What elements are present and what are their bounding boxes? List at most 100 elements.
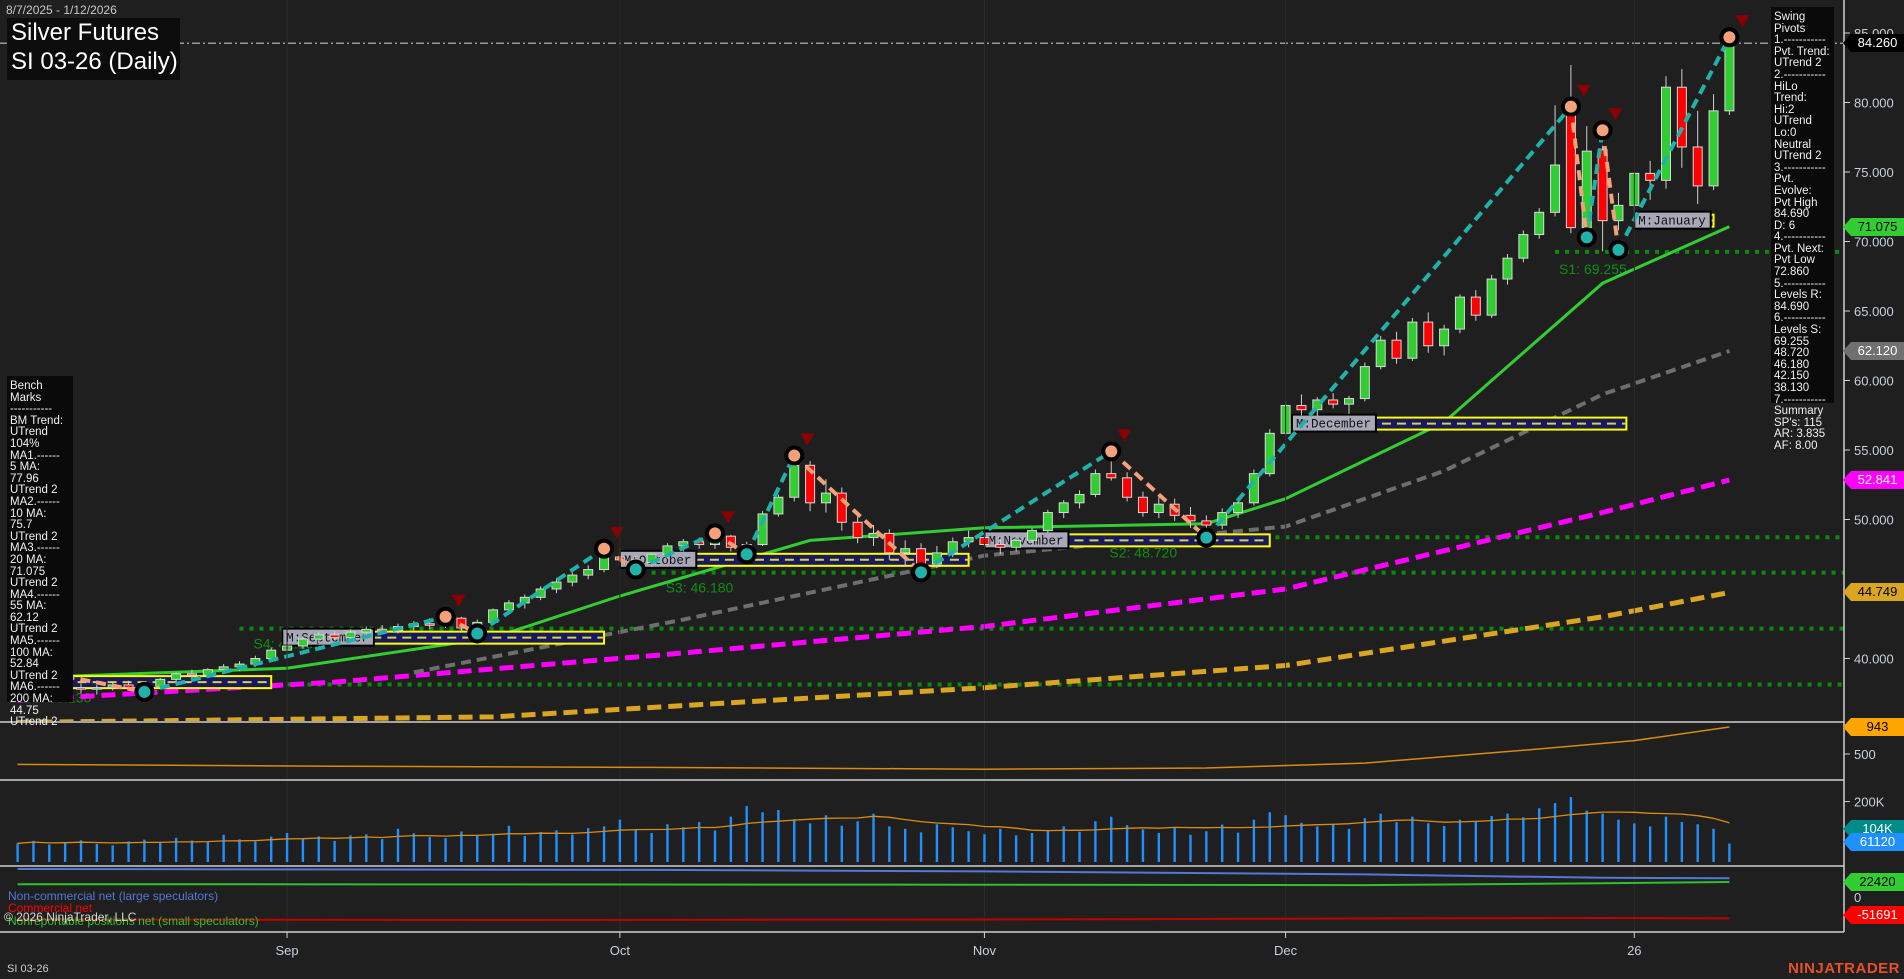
panel-line: Lo:0 Neutral — [1774, 126, 1812, 151]
panel-line: 200 MA: — [10, 693, 53, 706]
price-tag: 44.749 — [1843, 583, 1904, 602]
pivot-high-triangle-icon — [610, 526, 625, 539]
panel-line: 84.690 — [1774, 208, 1810, 221]
pivot-high-marker — [705, 523, 725, 544]
volume-bar — [48, 844, 51, 862]
volume-bar — [1712, 828, 1715, 862]
candle-up — [1153, 503, 1164, 514]
volume-bar — [95, 843, 99, 862]
candle-down — [76, 687, 86, 690]
volume-bar — [1538, 808, 1541, 862]
pivot-high-triangle-icon — [721, 511, 735, 524]
volume-bar — [1252, 819, 1256, 862]
candle-up — [1264, 432, 1275, 475]
volume-bar — [1363, 818, 1367, 862]
candle-up — [1027, 530, 1037, 541]
candle-up — [551, 581, 562, 590]
candle-up — [91, 687, 102, 690]
support-level-label: S1: 69.255 — [1559, 261, 1627, 277]
volume-bar — [1490, 816, 1493, 862]
volume-bar — [1331, 823, 1335, 862]
candle-up — [1454, 296, 1465, 330]
candle-down — [186, 673, 197, 676]
price-chart[interactable]: S1: 69.255S2: 48.720S3: 46.180S4: 42.150… — [0, 0, 1904, 979]
candle-up — [1074, 493, 1085, 504]
candle-down — [1296, 405, 1307, 411]
candle-up — [1724, 42, 1735, 112]
volume-bar — [1442, 826, 1446, 862]
cot-tick-label: 0 — [1854, 890, 1861, 905]
volume-bar — [412, 833, 416, 862]
pivot-high-marker — [1719, 27, 1740, 48]
volume-bar — [1458, 819, 1462, 862]
volume-bar — [777, 810, 780, 862]
ninjatrader-logo: NINJATRADER — [1788, 960, 1900, 977]
volume-bar — [317, 836, 320, 862]
candle-up — [297, 638, 308, 647]
candle-up — [218, 666, 229, 671]
support-level-label: S3: 46.180 — [666, 580, 734, 596]
volume-bar — [1014, 835, 1018, 862]
volume-bar — [1030, 833, 1034, 862]
x-tick-label: Sep — [275, 943, 298, 958]
volume-bar — [555, 830, 558, 862]
volume-bar — [1078, 831, 1081, 862]
volume-bar — [1506, 813, 1509, 862]
candle-up — [773, 496, 784, 515]
candle-up — [1233, 502, 1244, 514]
candle-up — [1708, 110, 1719, 187]
volume-bar — [840, 825, 843, 862]
date-range: 8/7/2025 - 1/12/2026 — [6, 3, 117, 17]
volume-bar — [270, 836, 273, 862]
candle-up — [503, 602, 514, 611]
candle-up — [1439, 328, 1450, 347]
volume-bar — [206, 842, 209, 862]
y-tick-label: 70.000 — [1854, 235, 1894, 250]
x-tick-label: 26 — [1627, 943, 1641, 958]
volume-bar — [1046, 830, 1050, 862]
volume-bar — [713, 830, 717, 862]
volume-bar — [729, 816, 733, 862]
candle-down — [1106, 473, 1117, 479]
volume-bar — [1728, 843, 1731, 862]
candle-up — [1550, 164, 1561, 213]
swing-leg-line — [744, 454, 797, 556]
volume-bar — [254, 841, 257, 862]
pivot-low-marker — [911, 562, 932, 583]
candle-up — [171, 673, 182, 680]
volume-bar — [1427, 823, 1430, 862]
pivot-high-triangle-icon — [800, 433, 815, 446]
candle-up — [313, 634, 324, 640]
volume-bar — [793, 819, 796, 862]
moving-average-line-20ma — [17, 225, 1731, 680]
volume-bar — [1648, 826, 1652, 862]
candle-up — [789, 464, 800, 498]
price-panel: S1: 69.255S2: 48.720S3: 46.180S4: 42.150… — [0, 15, 1844, 721]
candle-up — [1011, 539, 1022, 548]
volume-bar — [238, 839, 241, 862]
panel-line: 38.130 — [1774, 382, 1810, 394]
volume-bar — [935, 824, 939, 862]
volume-bar — [79, 840, 83, 862]
candle-up — [1375, 339, 1386, 368]
candle-down — [1137, 496, 1148, 514]
panel-line: 20 MA: — [10, 553, 47, 566]
panel-line: MA2.------ — [10, 495, 60, 508]
candle-up — [361, 628, 372, 633]
volume-bar — [491, 833, 495, 862]
panel-line: 2.----------- — [1774, 68, 1826, 81]
candle-down — [424, 623, 435, 626]
volume-bar — [1141, 829, 1145, 862]
volume-bar — [1569, 797, 1573, 862]
pivot-high-triangle-icon — [1608, 108, 1623, 121]
price-tag: 71.075 — [1843, 217, 1904, 236]
volume-bar — [365, 834, 368, 862]
monthly-label: M:December — [1296, 418, 1371, 432]
volume-bar — [1268, 812, 1271, 862]
moving-average-line-55ma — [413, 349, 1731, 675]
panel-line: AF: 8.00 — [1774, 439, 1818, 452]
volume-bar — [618, 819, 622, 862]
candle-up — [1407, 321, 1418, 359]
pivot-low-marker — [1196, 527, 1217, 548]
volume-bar — [1236, 832, 1240, 862]
